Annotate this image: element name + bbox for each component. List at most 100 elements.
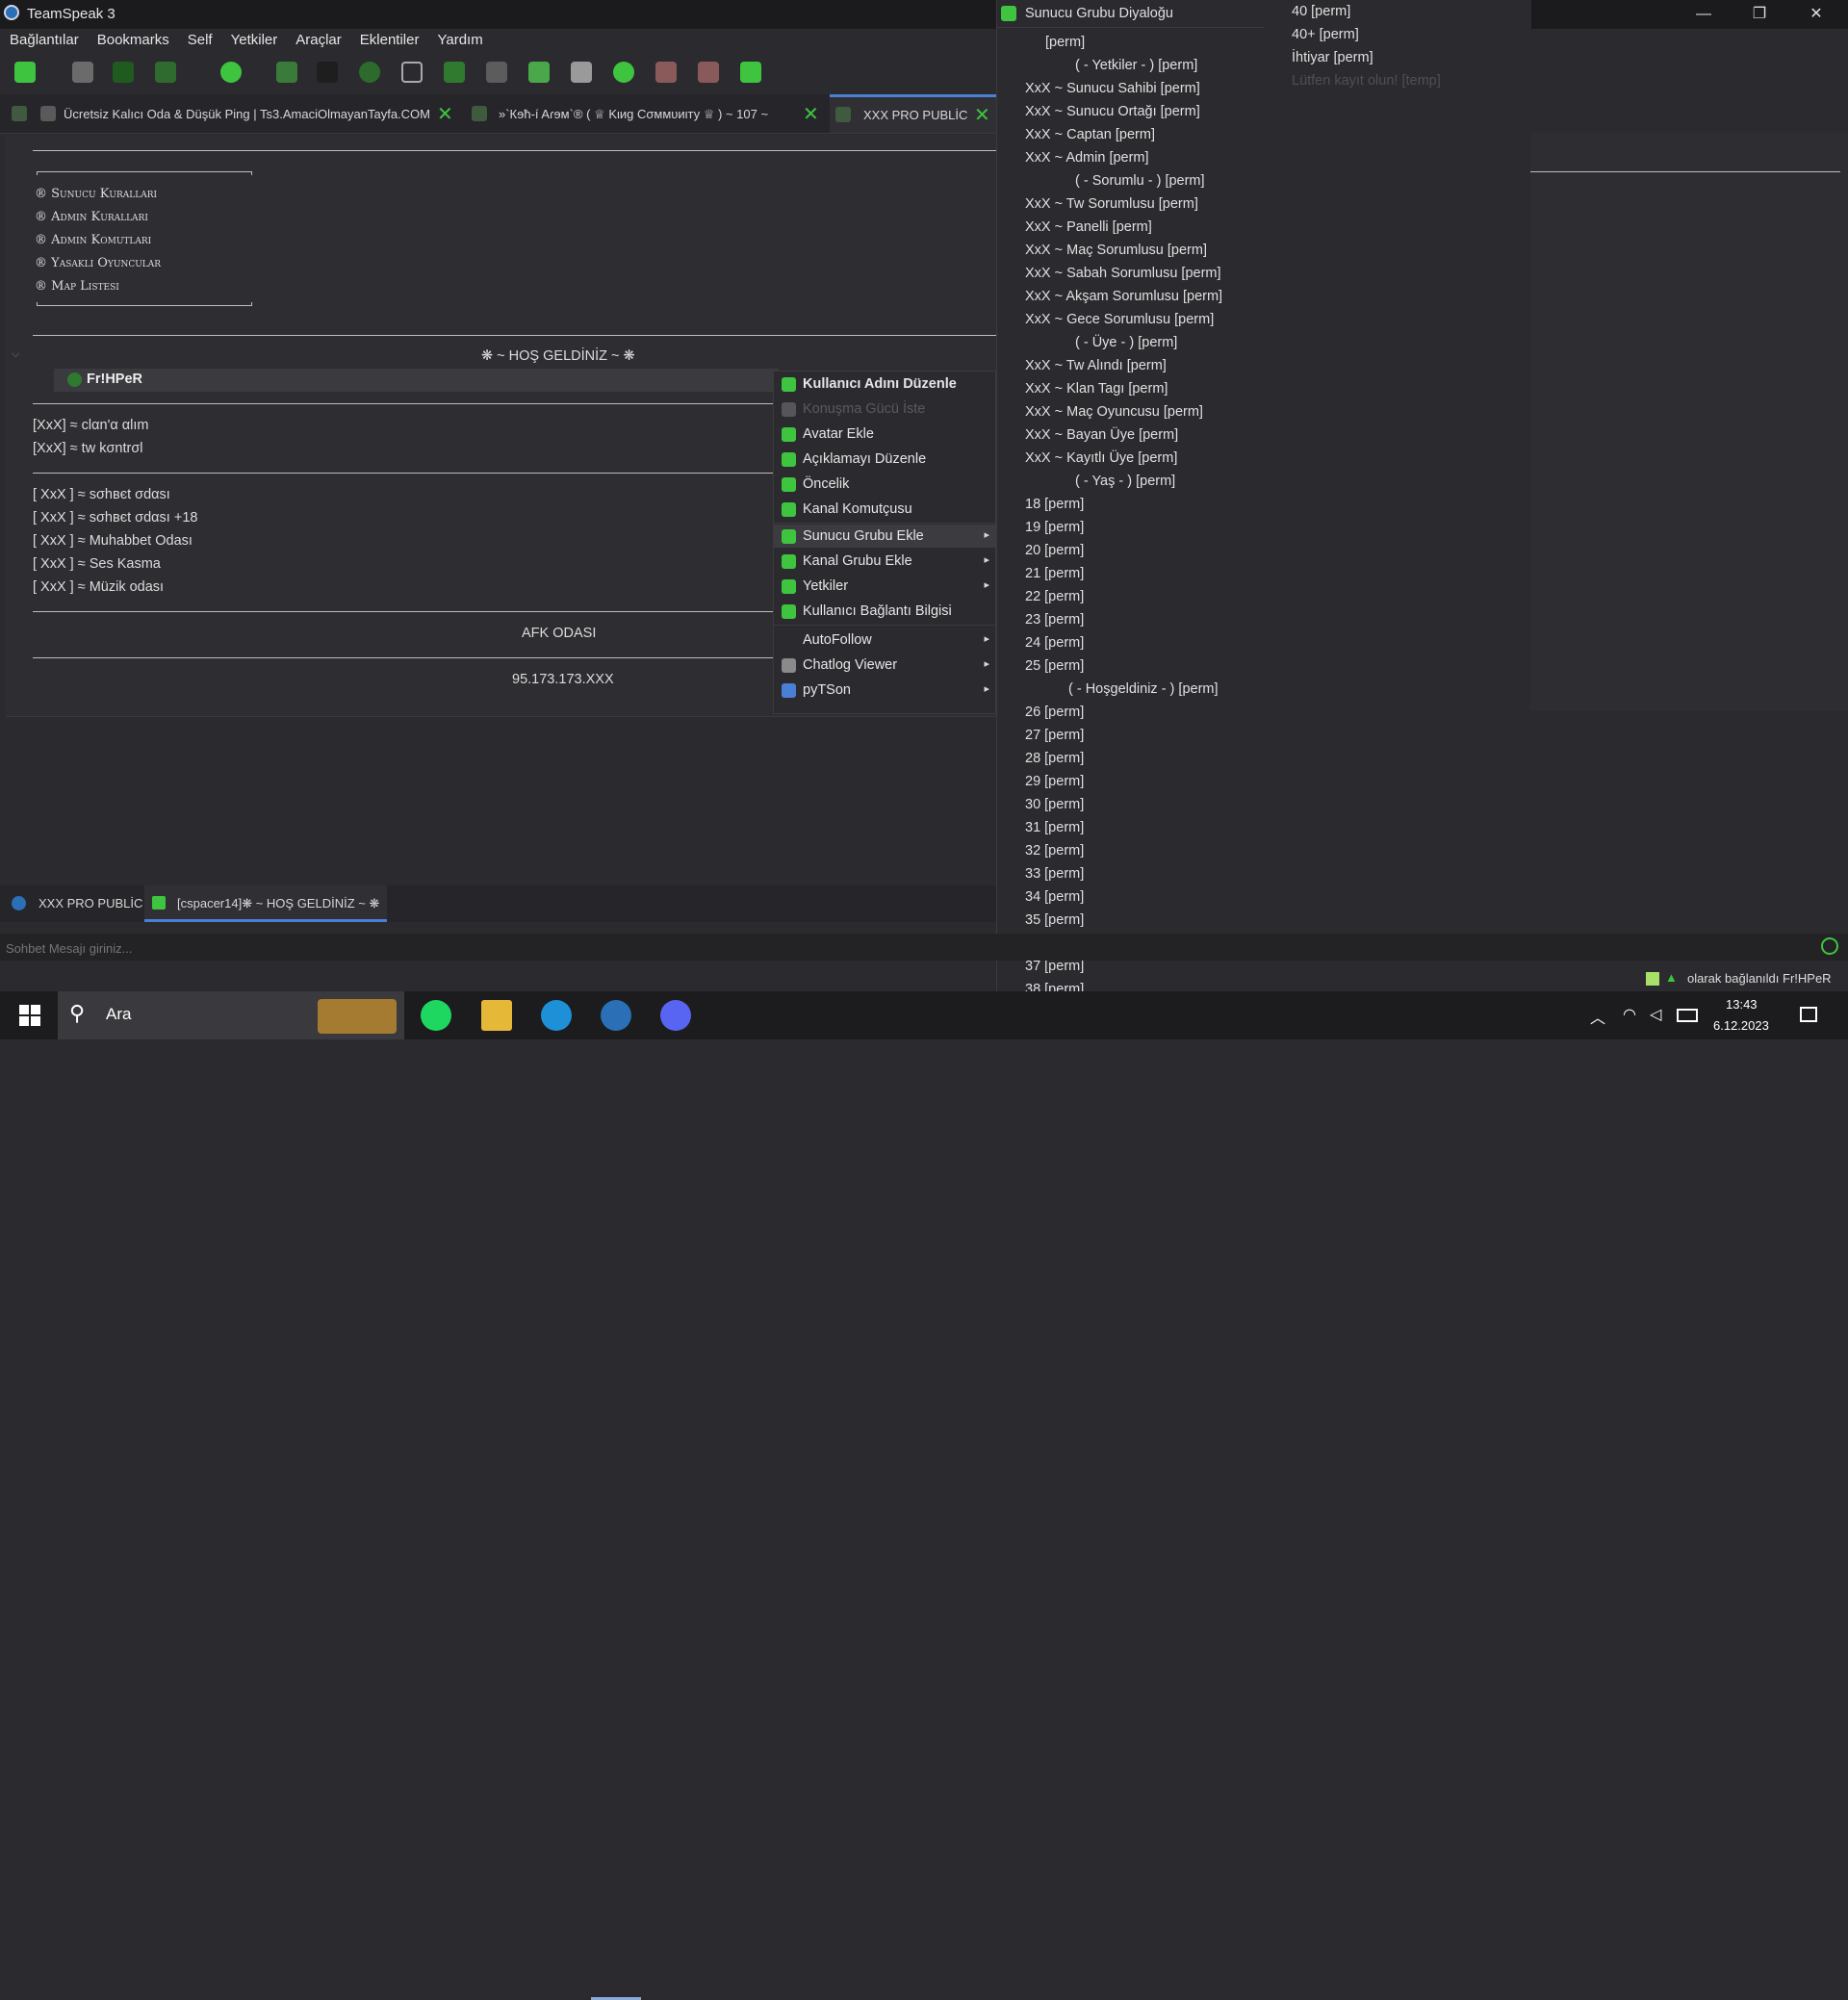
close-icon[interactable]: ✕: [437, 102, 453, 126]
permissions-button[interactable]: [735, 58, 766, 87]
context-item-3[interactable]: Açıklamayı Düzenle: [774, 448, 997, 471]
server-group-item[interactable]: 28 [perm]: [1025, 751, 1084, 766]
channel-welcome[interactable]: ❋ ~ HOŞ GELDİNİZ ~ ❋: [481, 348, 635, 364]
volume-icon[interactable]: ◁: [1650, 1005, 1661, 1024]
server-group-item[interactable]: 20 [perm]: [1025, 543, 1084, 558]
server-group-item[interactable]: XxX ~ Maç Oyuncusu [perm]: [1025, 404, 1203, 420]
clock-date[interactable]: 6.12.2023: [1713, 1018, 1769, 1033]
spotify-icon[interactable]: [421, 1000, 451, 1031]
server-group-item[interactable]: XxX ~ Gece Sorumlusu [perm]: [1025, 312, 1214, 327]
tab-server-3[interactable]: XXX PRO PUBLİC ✕: [830, 94, 996, 133]
menu-baglantilar[interactable]: Bağlantılar: [0, 29, 88, 48]
server-group-item[interactable]: 35 [perm]: [1025, 912, 1084, 928]
server-group-item[interactable]: 24 [perm]: [1025, 635, 1084, 651]
chat-input[interactable]: [4, 936, 1817, 960]
user-row-selected[interactable]: Fr!HPeR: [54, 369, 779, 392]
server-group-item[interactable]: İhtiyar [perm]: [1292, 50, 1373, 65]
server-group-item[interactable]: XxX ~ Bayan Üye [perm]: [1025, 427, 1178, 443]
settings-button[interactable]: [608, 58, 639, 87]
connect-button[interactable]: [10, 58, 40, 87]
server-group-item[interactable]: 34 [perm]: [1025, 889, 1084, 905]
restore-button[interactable]: ❐: [1737, 2, 1782, 27]
context-item-7[interactable]: Kanal Grubu Ekle ▸: [774, 550, 997, 573]
server-group-item[interactable]: 40+ [perm]: [1292, 27, 1359, 42]
close-icon[interactable]: ✕: [974, 103, 990, 127]
close-icon[interactable]: ✕: [803, 102, 819, 126]
server-group-item[interactable]: 25 [perm]: [1025, 658, 1084, 674]
windows-start-icon[interactable]: [19, 1005, 40, 1026]
context-item-0[interactable]: Kullanıcı Adını Düzenle: [774, 372, 997, 396]
channel-item[interactable]: [ XxX ] ≈ Muhabbet Odası: [33, 533, 192, 549]
chat-button[interactable]: [216, 58, 246, 87]
server-group-item[interactable]: ( - Hoşgeldiniz - ) [perm]: [1068, 681, 1219, 697]
context-item-10[interactable]: AutoFollow ▸: [774, 628, 997, 652]
server-group-item[interactable]: XxX ~ Akşam Sorumlusu [perm]: [1025, 289, 1222, 304]
channel-item[interactable]: [ XxX ] ≈ Ses Kasma: [33, 556, 161, 572]
channel-admin-kurallari[interactable]: ® Admin Kuralları: [35, 210, 148, 224]
server-group-item[interactable]: XxX ~ Tw Sorumlusu [perm]: [1025, 196, 1198, 212]
channel-map-listesi[interactable]: ® Map Listesi: [35, 279, 119, 294]
server-group-item[interactable]: XxX ~ Kayıtlı Üye [perm]: [1025, 450, 1177, 466]
emoji-icon[interactable]: [1821, 937, 1838, 955]
channel-item[interactable]: [XxX] ≈ clαn'α αlım: [33, 418, 148, 433]
menu-eklentiler[interactable]: Eklentiler: [350, 29, 428, 48]
user-ok-button[interactable]: [524, 58, 554, 87]
server-group-item[interactable]: XxX ~ Klan Tagı [perm]: [1025, 381, 1168, 397]
menu-yardim[interactable]: Yardım: [427, 29, 491, 48]
server-group-item[interactable]: 18 [perm]: [1025, 497, 1084, 512]
context-item-5[interactable]: Kanal Komutçusu: [774, 498, 997, 521]
server-group-item[interactable]: 30 [perm]: [1025, 797, 1084, 812]
server-group-item[interactable]: 21 [perm]: [1025, 566, 1084, 581]
server-group-item[interactable]: XxX ~ Maç Sorumlusu [perm]: [1025, 243, 1207, 258]
away-button[interactable]: [108, 58, 139, 87]
window-button[interactable]: [397, 58, 427, 87]
channel-afk[interactable]: AFK ODASI: [522, 626, 596, 641]
taskbar-search[interactable]: ⚲ Ara: [58, 991, 404, 1039]
server-group-item[interactable]: XxX ~ Sunucu Ortağı [perm]: [1025, 104, 1200, 119]
context-item-9[interactable]: Kullanıcı Bağlantı Bilgisi: [774, 600, 997, 623]
chevron-up-icon[interactable]: ︿: [1590, 1005, 1605, 1028]
server-group-item[interactable]: 27 [perm]: [1025, 728, 1084, 743]
context-item-6[interactable]: Sunucu Grubu Ekle ▸: [774, 525, 997, 548]
record-button[interactable]: [354, 58, 385, 87]
server-group-item[interactable]: XxX ~ Admin [perm]: [1025, 150, 1149, 166]
server-group-item[interactable]: 33 [perm]: [1025, 866, 1084, 882]
chevron-down-icon[interactable]: ⌵: [12, 348, 19, 361]
minimize-button[interactable]: —: [1681, 2, 1726, 27]
tab-server-1[interactable]: Ücretsiz Kalıcı Oda & Düşük Ping | Ts3.A…: [0, 94, 466, 133]
server-group-item[interactable]: 40 [perm]: [1292, 4, 1350, 19]
context-item-11[interactable]: Chatlog Viewer ▸: [774, 654, 997, 677]
channel-item[interactable]: [XxX] ≈ tw kσntrσl: [33, 441, 143, 456]
menu-bookmarks[interactable]: Bookmarks: [88, 29, 178, 48]
menu-self[interactable]: Self: [178, 29, 221, 48]
menu-araclar[interactable]: Araçlar: [286, 29, 350, 48]
server-group-item[interactable]: XxX ~ Sabah Sorumlusu [perm]: [1025, 266, 1221, 281]
server-group-item[interactable]: 37 [perm]: [1025, 959, 1084, 974]
menu-yetkiler[interactable]: Yetkiler: [221, 29, 287, 48]
server-group-item[interactable]: XxX ~ Panelli [perm]: [1025, 219, 1152, 235]
server-group-item[interactable]: ( - Üye - ) [perm]: [1075, 335, 1177, 350]
file-explorer-icon[interactable]: [481, 1000, 512, 1031]
channel-group-button[interactable]: [651, 58, 681, 87]
server-group-item[interactable]: 31 [perm]: [1025, 820, 1084, 835]
server-group-button[interactable]: [693, 58, 724, 87]
server-group-item[interactable]: 26 [perm]: [1025, 705, 1084, 720]
server-group-item[interactable]: ( - Yaş - ) [perm]: [1075, 474, 1175, 489]
discord-icon[interactable]: [660, 1000, 691, 1031]
clock-time[interactable]: 13:43: [1726, 997, 1758, 1012]
channel-admin-komutlari[interactable]: ® Admin Komutları: [35, 233, 151, 247]
server-group-item[interactable]: ( - Yetkiler - ) [perm]: [1075, 58, 1197, 73]
server-group-item[interactable]: 19 [perm]: [1025, 520, 1084, 535]
battery-icon[interactable]: [1677, 1009, 1698, 1022]
submenu-title[interactable]: Sunucu Grubu Diyaloğu: [1025, 6, 1173, 21]
channel-item[interactable]: [ XxX ] ≈ sσhвєt σdαsı: [33, 487, 170, 502]
ban-button[interactable]: [481, 58, 512, 87]
chat-tab-server[interactable]: XXX PRO PUBLİC: [0, 885, 144, 922]
teamspeak-taskbar-icon[interactable]: [601, 1000, 631, 1031]
context-item-8[interactable]: Yetkiler ▸: [774, 575, 997, 598]
channel-item[interactable]: [ XxX ] ≈ sσhвєt σdαsı +18: [33, 510, 197, 526]
disconnect-button[interactable]: [67, 58, 98, 87]
map-button[interactable]: [439, 58, 470, 87]
add-user-button[interactable]: [566, 58, 597, 87]
server-group-item[interactable]: XxX ~ Sunucu Sahibi [perm]: [1025, 81, 1200, 96]
